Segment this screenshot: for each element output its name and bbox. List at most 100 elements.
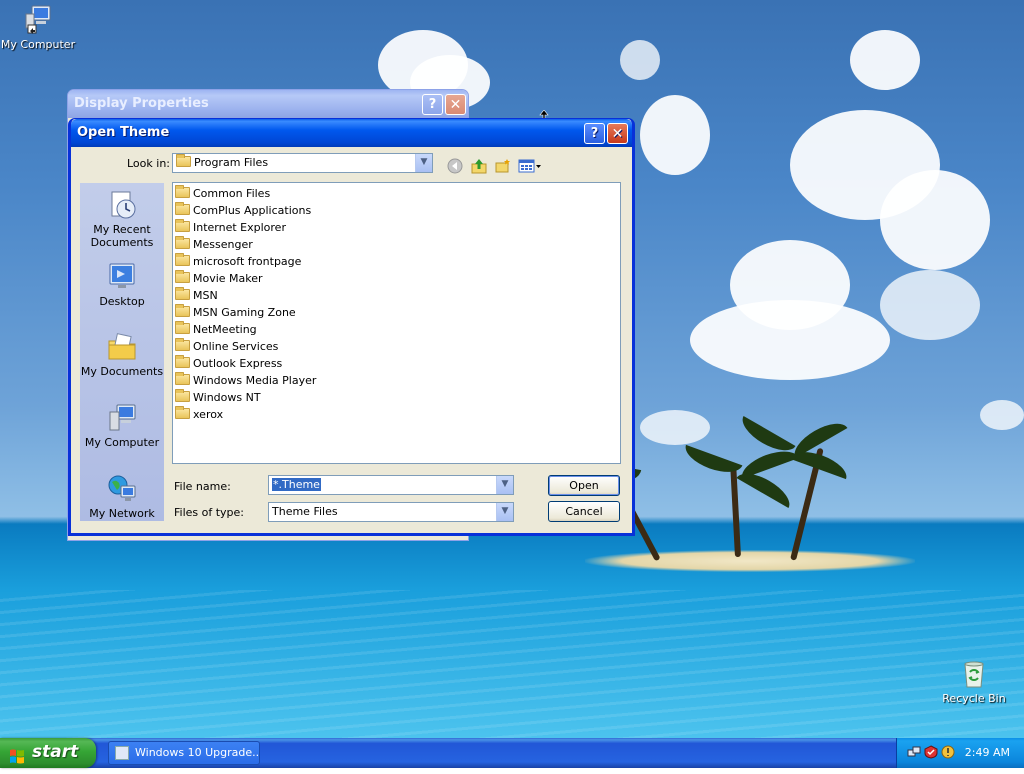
place-my-documents[interactable]: My Documents bbox=[80, 331, 164, 378]
folder-name: MSN bbox=[193, 289, 218, 302]
look-in-value: Program Files bbox=[194, 156, 269, 169]
desktop-icon-label: Recycle Bin bbox=[942, 692, 1006, 705]
views-menu-icon bbox=[518, 159, 541, 173]
list-item[interactable]: Outlook Express bbox=[175, 355, 282, 372]
new-folder-button[interactable] bbox=[494, 158, 512, 174]
folder-name: Movie Maker bbox=[193, 272, 263, 285]
my-computer-icon bbox=[106, 402, 138, 434]
wallpaper-cloud bbox=[880, 170, 990, 270]
file-name-input[interactable]: *.Theme ▼ bbox=[268, 475, 514, 495]
window-title: Display Properties bbox=[74, 96, 209, 111]
folder-icon bbox=[175, 389, 190, 402]
wallpaper-cloud bbox=[640, 95, 710, 175]
new-folder-icon bbox=[495, 159, 510, 173]
list-item[interactable]: Movie Maker bbox=[175, 270, 263, 287]
folder-name: Windows Media Player bbox=[193, 374, 317, 387]
display-properties-title-bar[interactable]: Display Properties ? ✕ bbox=[68, 90, 468, 118]
look-in-label: Look in: bbox=[127, 157, 170, 170]
back-button[interactable] bbox=[446, 158, 464, 174]
wallpaper-cloud bbox=[880, 270, 980, 340]
place-my-recent-documents[interactable]: My Recent Documents bbox=[80, 189, 164, 249]
list-item[interactable]: MSN bbox=[175, 287, 218, 304]
open-theme-title-bar[interactable]: Open Theme ? ✕ bbox=[71, 119, 632, 147]
help-button[interactable]: ? bbox=[584, 123, 605, 144]
chevron-down-icon[interactable]: ▼ bbox=[415, 154, 432, 172]
my-documents-icon bbox=[106, 331, 138, 363]
place-my-network[interactable]: My Network bbox=[80, 473, 164, 520]
windows-flag-icon bbox=[9, 745, 25, 764]
list-item[interactable]: Messenger bbox=[175, 236, 253, 253]
clock[interactable]: 2:49 AM bbox=[965, 746, 1010, 759]
list-item[interactable]: MSN Gaming Zone bbox=[175, 304, 296, 321]
place-label: Desktop bbox=[99, 295, 145, 308]
list-item[interactable]: Windows Media Player bbox=[175, 372, 316, 389]
places-bar: My Recent Documents Desktop My Documents bbox=[80, 183, 164, 521]
file-list[interactable]: Common Files ComPlus Applications Intern… bbox=[172, 182, 621, 464]
folder-name: Messenger bbox=[193, 238, 253, 251]
open-button[interactable]: Open bbox=[548, 475, 620, 496]
folder-icon bbox=[175, 287, 190, 300]
folder-icon bbox=[175, 202, 190, 215]
my-computer-icon bbox=[22, 4, 54, 36]
chevron-down-icon[interactable]: ▼ bbox=[496, 503, 513, 521]
close-button[interactable]: ✕ bbox=[607, 123, 628, 144]
close-icon: ✕ bbox=[449, 97, 462, 113]
start-label: start bbox=[32, 742, 79, 762]
folder-icon bbox=[175, 304, 190, 317]
list-item[interactable]: Online Services bbox=[175, 338, 278, 355]
list-item[interactable]: NetMeeting bbox=[175, 321, 257, 338]
help-icon: ? bbox=[590, 126, 599, 141]
folder-name: Outlook Express bbox=[193, 357, 283, 370]
place-my-computer[interactable]: My Computer bbox=[80, 402, 164, 449]
folder-name: xerox bbox=[193, 408, 224, 421]
list-item[interactable]: ComPlus Applications bbox=[175, 202, 311, 219]
wallpaper-cloud bbox=[640, 410, 710, 445]
folder-name: ComPlus Applications bbox=[193, 204, 312, 217]
desktop-icon-my-computer[interactable]: My Computer bbox=[0, 4, 78, 51]
network-tray-icon[interactable] bbox=[907, 745, 921, 759]
folder-icon bbox=[175, 338, 190, 351]
desktop-icon bbox=[106, 261, 138, 293]
wallpaper-cloud bbox=[850, 30, 920, 90]
wallpaper-island bbox=[585, 550, 915, 572]
folder-name: Online Services bbox=[193, 340, 279, 353]
folder-icon bbox=[175, 219, 190, 232]
list-item[interactable]: xerox bbox=[175, 406, 223, 423]
folder-icon bbox=[175, 355, 190, 368]
views-menu-button[interactable] bbox=[518, 158, 542, 174]
back-icon bbox=[447, 158, 463, 174]
wallpaper-cloud bbox=[690, 300, 890, 380]
security-tray-icon[interactable] bbox=[924, 745, 938, 759]
folder-icon bbox=[176, 154, 191, 167]
folder-name: MSN Gaming Zone bbox=[193, 306, 296, 319]
folder-icon bbox=[175, 185, 190, 198]
folder-name: Common Files bbox=[193, 187, 271, 200]
list-item[interactable]: Windows NT bbox=[175, 389, 261, 406]
start-button[interactable]: start bbox=[0, 738, 96, 768]
taskbar-item-windows-10-upgrade[interactable]: Windows 10 Upgrade... bbox=[108, 741, 260, 765]
wallpaper-cloud bbox=[620, 40, 660, 80]
close-button[interactable]: ✕ bbox=[445, 94, 466, 115]
update-tray-icon[interactable] bbox=[941, 745, 955, 759]
place-desktop[interactable]: Desktop bbox=[80, 261, 164, 308]
list-item[interactable]: Common Files bbox=[175, 185, 270, 202]
look-in-dropdown[interactable]: Program Files ▼ bbox=[172, 153, 433, 173]
chevron-down-icon[interactable]: ▼ bbox=[496, 476, 513, 494]
place-label: My Network bbox=[89, 507, 155, 520]
up-folder-icon bbox=[471, 159, 487, 174]
file-name-value: *.Theme bbox=[272, 478, 321, 491]
list-item[interactable]: microsoft frontpage bbox=[175, 253, 301, 270]
folder-icon bbox=[175, 321, 190, 334]
desktop-icon-recycle-bin[interactable]: Recycle Bin bbox=[934, 658, 1014, 705]
folder-icon bbox=[175, 270, 190, 283]
folder-name: microsoft frontpage bbox=[193, 255, 302, 268]
application-icon bbox=[115, 746, 129, 760]
up-folder-button[interactable] bbox=[470, 158, 488, 174]
folder-name: Windows NT bbox=[193, 391, 261, 404]
desktop-icon-label: My Computer bbox=[0, 38, 76, 51]
dialog-title: Open Theme bbox=[77, 125, 170, 140]
cancel-button[interactable]: Cancel bbox=[548, 501, 620, 522]
help-button[interactable]: ? bbox=[422, 94, 443, 115]
files-of-type-dropdown[interactable]: Theme Files ▼ bbox=[268, 502, 514, 522]
list-item[interactable]: Internet Explorer bbox=[175, 219, 286, 236]
